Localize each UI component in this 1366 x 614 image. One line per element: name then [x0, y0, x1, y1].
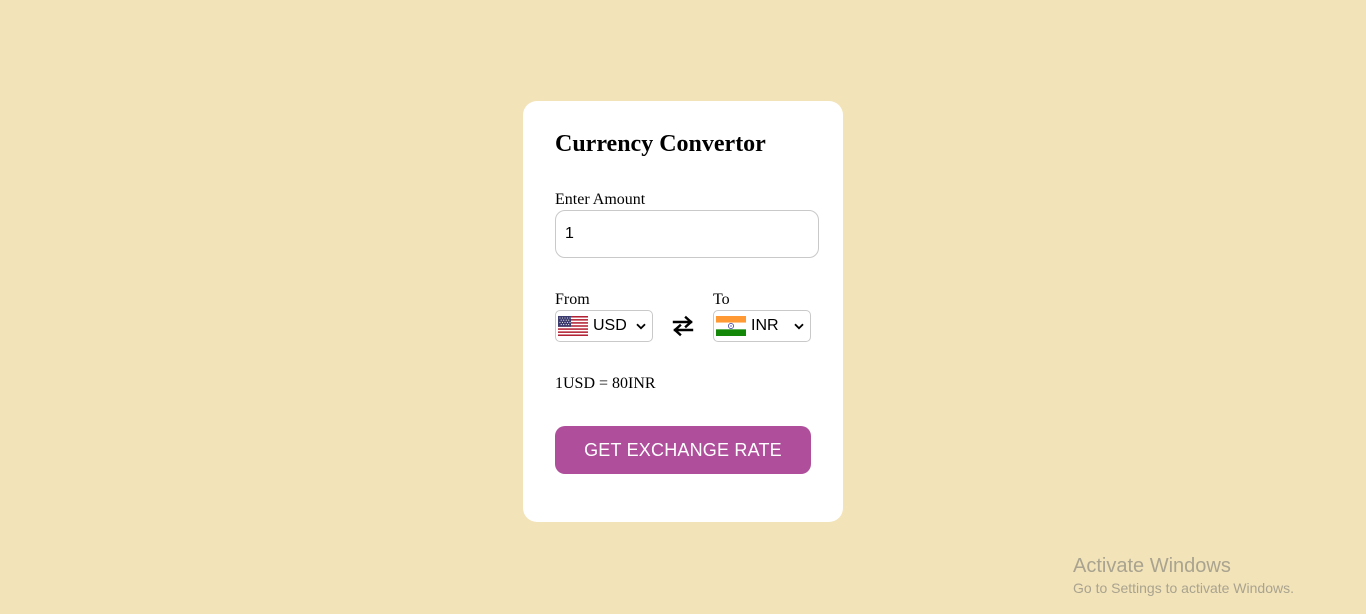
to-currency-value: INR — [751, 317, 779, 334]
amount-label: Enter Amount — [555, 191, 646, 208]
chevron-down-icon — [636, 323, 646, 329]
converter-card: Currency Convertor Enter Amount From USD — [523, 101, 843, 522]
amount-input[interactable] — [555, 210, 819, 258]
chevron-down-icon — [794, 323, 804, 329]
from-label: From — [555, 291, 590, 308]
watermark-subtitle: Go to Settings to activate Windows. — [1073, 580, 1294, 596]
activate-windows-watermark: Activate Windows Go to Settings to activ… — [1073, 554, 1294, 598]
swap-arrows-icon[interactable] — [671, 315, 695, 337]
from-currency-select[interactable]: USD — [555, 310, 653, 342]
india-flag-icon — [716, 316, 746, 336]
from-currency-value: USD — [593, 317, 627, 334]
us-flag-icon — [558, 316, 588, 336]
get-exchange-rate-button[interactable]: GET EXCHANGE RATE — [555, 426, 811, 474]
exchange-rate-text: 1USD = 80INR — [555, 375, 656, 392]
watermark-title: Activate Windows — [1073, 555, 1231, 577]
to-currency-select[interactable]: INR — [713, 310, 811, 342]
to-label: To — [713, 291, 730, 308]
app-title: Currency Convertor — [555, 131, 766, 157]
